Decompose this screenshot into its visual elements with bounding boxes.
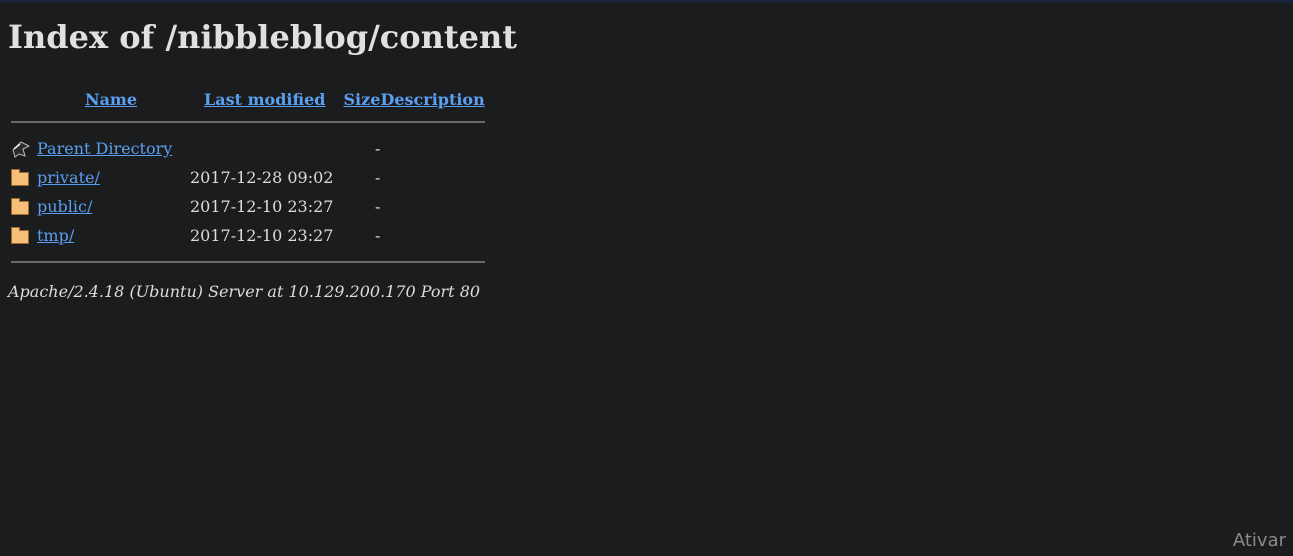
table-row: tmp/ 2017-12-10 23:27 -	[11, 221, 485, 250]
directory-index-page: Index of /nibbleblog/content Name Last m…	[0, 0, 1293, 301]
back-icon	[12, 141, 31, 159]
description-column-header: Description	[380, 88, 484, 110]
row-icon-cell	[11, 163, 36, 192]
private-folder-link[interactable]: private/	[37, 168, 100, 187]
activation-watermark: Ativar	[1232, 530, 1286, 551]
name-column-header: Name	[36, 88, 186, 110]
sort-by-description-link[interactable]: Description	[380, 90, 484, 109]
sort-by-name-link[interactable]: Name	[85, 90, 137, 109]
footer-separator	[11, 261, 485, 263]
row-icon-cell	[11, 221, 36, 250]
last-modified-column-header: Last modified	[186, 88, 343, 110]
row-modified-cell	[186, 134, 343, 163]
row-size-cell: -	[375, 197, 381, 216]
folder-icon	[11, 226, 29, 244]
table-row: private/ 2017-12-28 09:02 -	[11, 163, 485, 192]
sort-by-size-link[interactable]: Size	[344, 90, 381, 109]
server-signature: Apache/2.4.18 (Ubuntu) Server at 10.129.…	[8, 282, 481, 301]
folder-icon	[11, 197, 29, 215]
folder-icon	[11, 168, 29, 186]
header-separator-row	[11, 110, 485, 134]
row-description-cell	[380, 134, 484, 163]
page-title: Index of /nibbleblog/content	[8, 18, 518, 56]
row-icon-cell	[11, 134, 36, 163]
header-separator	[11, 121, 485, 123]
sort-by-last-modified-link[interactable]: Last modified	[204, 90, 325, 109]
row-description-cell	[380, 192, 484, 221]
tmp-folder-link[interactable]: tmp/	[37, 226, 74, 245]
parent-directory-link[interactable]: Parent Directory	[37, 139, 172, 158]
footer-separator-row	[11, 250, 485, 274]
row-description-cell	[380, 163, 484, 192]
row-size-cell: -	[375, 139, 381, 158]
directory-listing-table: Name Last modified Size Description Pare…	[11, 88, 485, 274]
row-name-cell: tmp/	[36, 221, 186, 250]
icon-column-header	[11, 88, 36, 110]
row-name-cell: public/	[36, 192, 186, 221]
row-size-cell: -	[375, 226, 381, 245]
row-description-cell	[380, 221, 484, 250]
row-name-cell: private/	[36, 163, 186, 192]
table-header-row: Name Last modified Size Description	[11, 88, 485, 110]
table-row: Parent Directory -	[11, 134, 485, 163]
public-folder-link[interactable]: public/	[37, 197, 92, 216]
row-size-cell: -	[375, 168, 381, 187]
row-icon-cell	[11, 192, 36, 221]
row-name-cell: Parent Directory	[36, 134, 186, 163]
row-modified-cell: 2017-12-10 23:27	[190, 226, 334, 245]
row-modified-cell: 2017-12-10 23:27	[190, 197, 334, 216]
table-row: public/ 2017-12-10 23:27 -	[11, 192, 485, 221]
size-column-header: Size	[343, 88, 381, 110]
row-modified-cell: 2017-12-28 09:02	[190, 168, 334, 187]
